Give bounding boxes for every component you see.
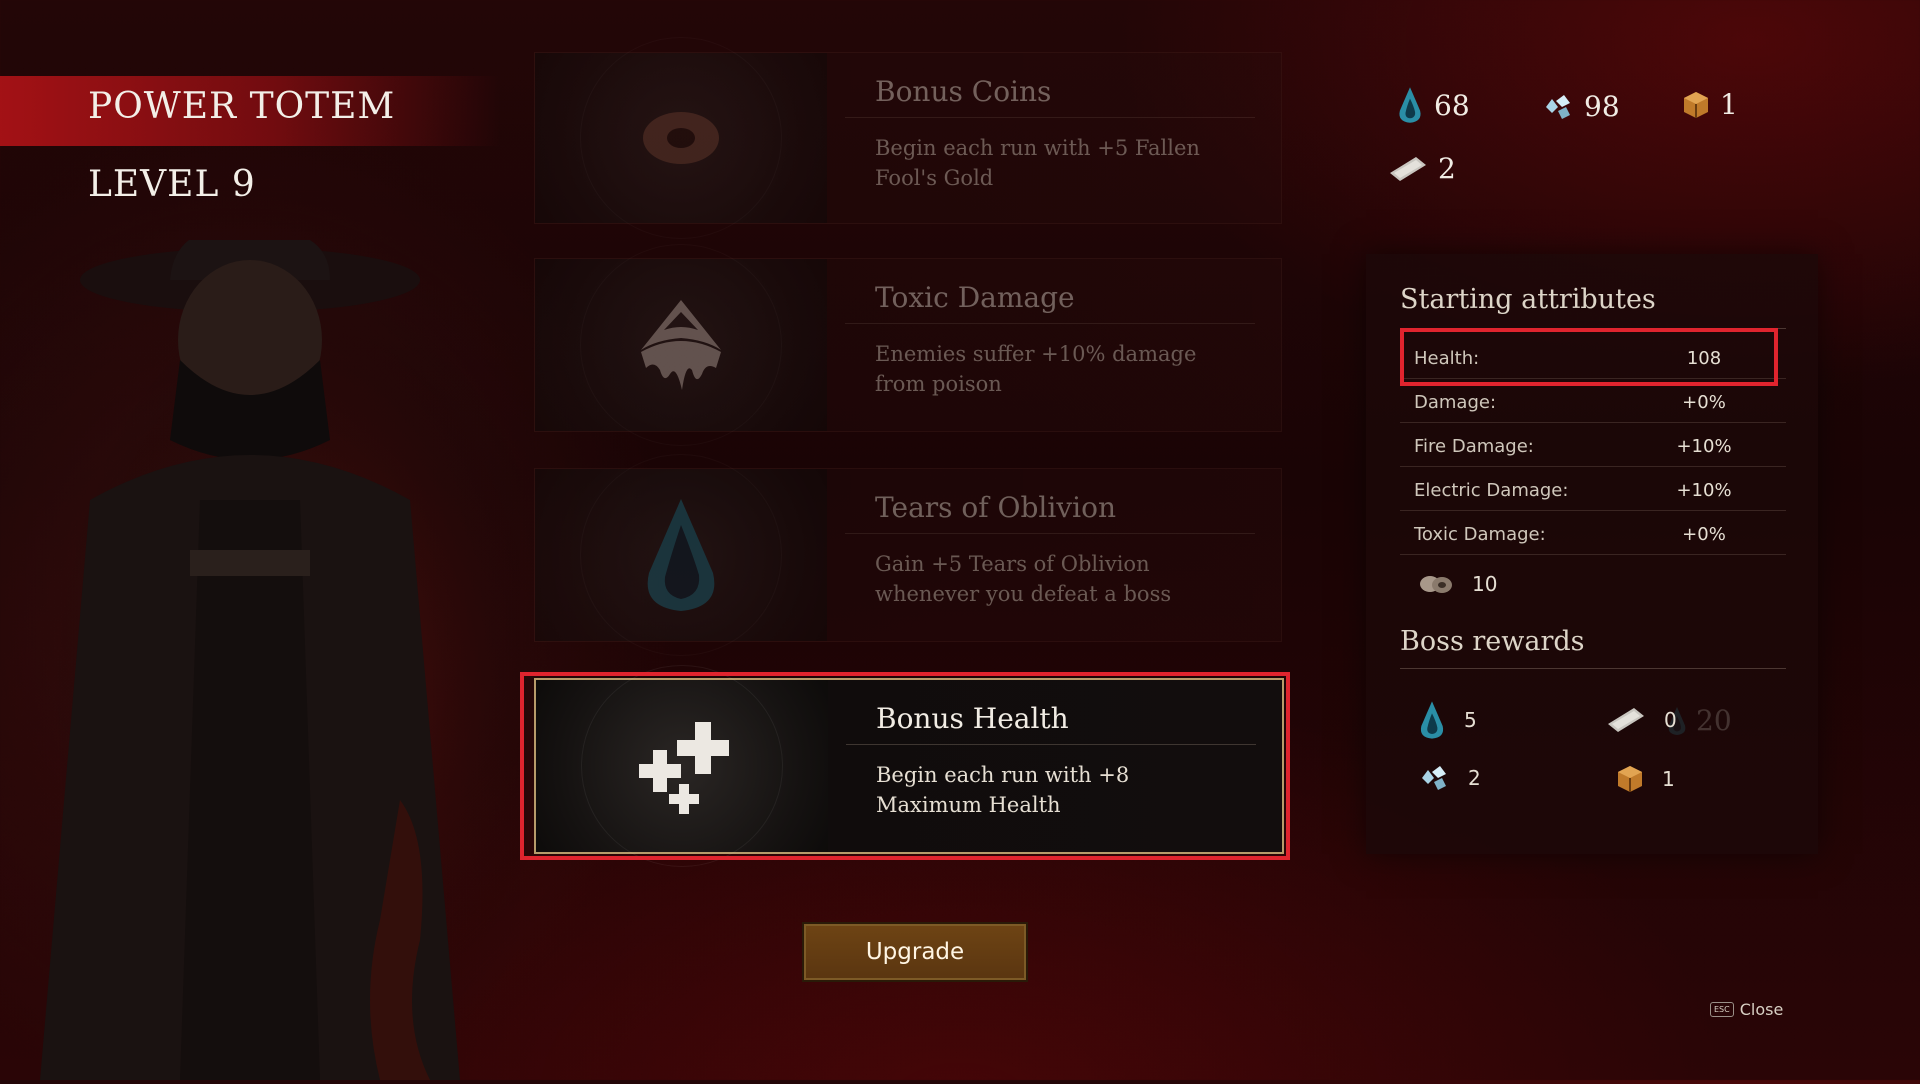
card-description: Begin each run with +5 Fallen Fool's Gol…: [875, 136, 1200, 190]
upgrade-card-tears-of-oblivion[interactable]: Tears of Oblivion Gain +5 Tears of Obliv…: [534, 468, 1282, 642]
reward-value: 0: [1664, 708, 1677, 732]
card-description: Gain +5 Tears of Oblivion whenever you d…: [875, 552, 1172, 606]
level-label: LEVEL 9: [88, 164, 256, 205]
close-button[interactable]: ESC Close: [1710, 1000, 1783, 1019]
card-title: Bonus Coins: [875, 75, 1052, 108]
scroll-icon: [1608, 708, 1644, 732]
currency-value: 68: [1434, 88, 1470, 122]
tear-drop-icon: [1399, 87, 1421, 123]
crate-icon: [1618, 766, 1642, 792]
starting-coins: 10: [1418, 572, 1497, 596]
boss-reward-tears: 5: [1418, 700, 1477, 740]
attr-value: +10%: [1676, 480, 1732, 501]
currency-value: 2: [1438, 152, 1456, 185]
coins-value: 10: [1472, 572, 1498, 596]
currency-crates: 1: [1682, 88, 1738, 121]
attr-row-fire-damage: Fire Damage: +10%: [1400, 424, 1786, 467]
tear-drop-icon: [1420, 701, 1444, 739]
coins-icon: [1420, 576, 1452, 593]
attr-value: +0%: [1682, 392, 1726, 413]
attr-row-toxic-damage: Toxic Damage: +0%: [1400, 512, 1786, 555]
scroll-icon: [1390, 156, 1426, 181]
upgrade-card-bonus-coins[interactable]: Bonus Coins Begin each run with +5 Falle…: [534, 52, 1282, 224]
crystal-shards-icon: [1422, 766, 1446, 790]
boss-reward-crates: 1: [1616, 764, 1675, 794]
currency-value: 98: [1584, 90, 1620, 123]
currency-scrolls: 2: [1388, 152, 1456, 185]
selected-card-highlight: [520, 672, 1290, 860]
card-title: Tears of Oblivion: [875, 491, 1116, 524]
attr-row-electric-damage: Electric Damage: +10%: [1400, 468, 1786, 511]
reward-value: 5: [1464, 708, 1477, 732]
upgrade-card-toxic-damage[interactable]: Toxic Damage Enemies suffer +10% damage …: [534, 258, 1282, 432]
character-portrait: [0, 228, 520, 1080]
card-description: Enemies suffer +10% damage from poison: [875, 342, 1197, 396]
attr-label: Electric Damage:: [1414, 480, 1569, 501]
esc-key-icon: ESC: [1710, 1002, 1734, 1017]
attr-value: +10%: [1676, 436, 1732, 457]
attr-value: +0%: [1682, 524, 1726, 545]
starting-attributes-heading: Starting attributes: [1400, 284, 1656, 315]
attr-label: Fire Damage:: [1414, 436, 1534, 457]
close-label: Close: [1739, 1000, 1784, 1019]
health-attribute-highlight: [1400, 328, 1778, 386]
boss-reward-crystals: 2: [1418, 764, 1481, 792]
currency-value: 1: [1720, 88, 1738, 121]
bonus-coins-thumb: [535, 53, 827, 223]
attr-label: Toxic Damage:: [1414, 524, 1546, 545]
card-title: Toxic Damage: [875, 281, 1075, 314]
boss-reward-scrolls: 0: [1606, 706, 1677, 734]
page-title: POWER TOTEM: [88, 86, 396, 127]
reward-value: 2: [1468, 766, 1481, 790]
upgrade-button[interactable]: Upgrade: [802, 922, 1028, 982]
crystal-shards-icon: [1546, 94, 1570, 119]
reward-value: 1: [1662, 767, 1675, 791]
currency-tears: 68: [1396, 86, 1470, 124]
crate-icon: [1684, 91, 1708, 118]
toxic-damage-thumb: [535, 259, 827, 431]
currency-crystals: 98: [1542, 90, 1620, 123]
attr-row-damage: Damage: +0%: [1400, 380, 1786, 423]
boss-rewards-heading: Boss rewards: [1400, 626, 1585, 657]
attr-label: Damage:: [1414, 392, 1497, 413]
tears-of-oblivion-thumb: [535, 469, 827, 641]
